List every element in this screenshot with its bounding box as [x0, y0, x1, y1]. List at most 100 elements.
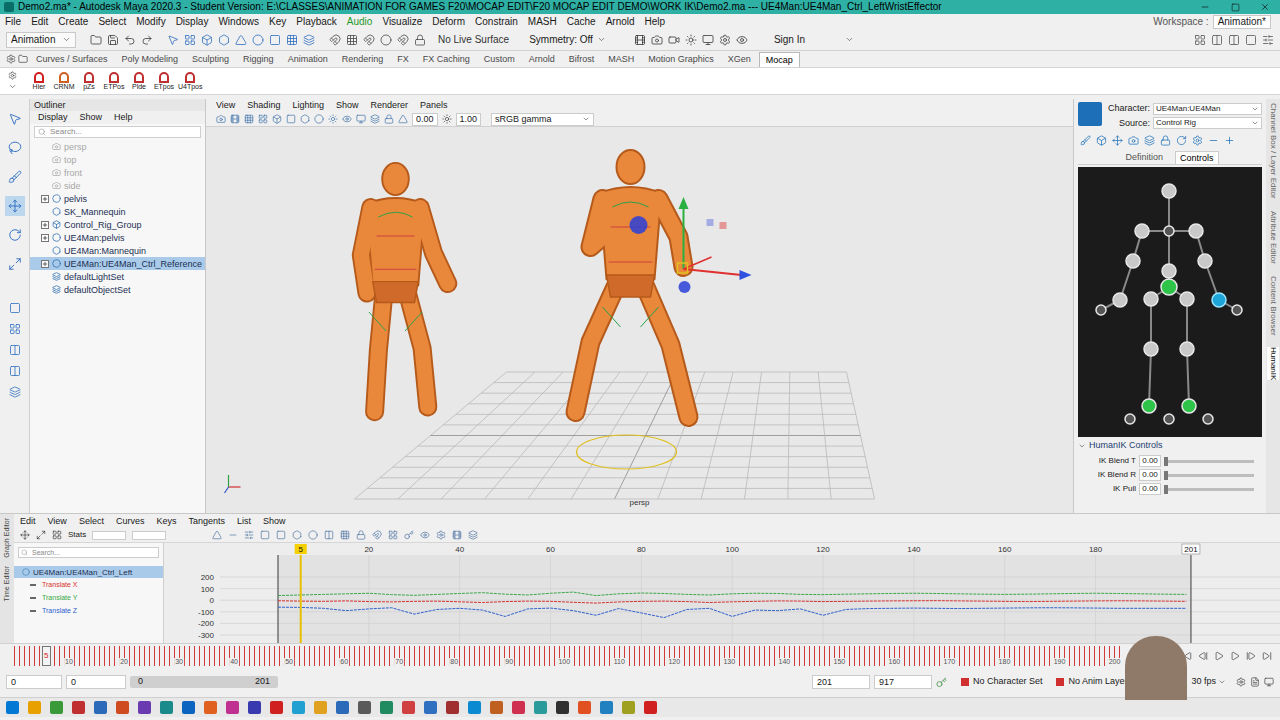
taskbar-app-icon[interactable]	[292, 701, 305, 714]
layout-icon[interactable]	[1262, 34, 1274, 46]
taskbar-app-icon[interactable]	[578, 701, 591, 714]
tool-icon[interactable]	[8, 141, 22, 155]
mode-dropdown[interactable]: Animation	[6, 32, 76, 48]
render-tool-icon[interactable]	[702, 34, 714, 46]
shelf-button[interactable]: ETpos	[153, 72, 175, 91]
outliner-item[interactable]: pelvis	[30, 192, 205, 205]
tool-button[interactable]	[5, 225, 25, 245]
end-field[interactable]: 917	[874, 675, 932, 689]
taskbar-app-icon[interactable]	[424, 701, 437, 714]
ik-slider[interactable]	[1164, 460, 1254, 463]
outliner-item[interactable]: SK_Mannequin	[30, 205, 205, 218]
graph-tool-icon[interactable]	[52, 530, 62, 540]
menu-item[interactable]: Curves	[116, 514, 145, 528]
humanik-tab[interactable]: Definition	[1121, 151, 1167, 164]
effector-icon[interactable]	[1164, 226, 1174, 236]
curve-tool-icon[interactable]	[340, 530, 350, 540]
range-tool-icon[interactable]	[1236, 677, 1246, 687]
menu-item[interactable]: Show	[263, 514, 286, 528]
effector-icon[interactable]	[1180, 292, 1194, 306]
snap-icon[interactable]	[397, 34, 409, 46]
viewport-tool-icon[interactable]	[216, 114, 226, 124]
fps-dropdown[interactable]: 30 fps	[1191, 675, 1226, 689]
menu-item[interactable]: View	[216, 99, 235, 112]
graph-tool-icon[interactable]	[20, 530, 30, 540]
sign-in-dropdown[interactable]: Sign In	[774, 32, 854, 47]
expand-icon[interactable]	[41, 260, 49, 268]
side-tab[interactable]: HumanIK	[1267, 347, 1279, 380]
taskbar-app-icon[interactable]	[160, 701, 173, 714]
file-tool-icon[interactable]	[90, 34, 102, 46]
humanik-tool-icon[interactable]	[1144, 135, 1155, 146]
humanik-tab[interactable]: Controls	[1175, 151, 1219, 164]
viewport-tool-icon[interactable]	[328, 114, 338, 124]
gamma-icon[interactable]	[442, 114, 452, 124]
menu-item[interactable]: Create	[58, 15, 88, 29]
outliner-item[interactable]: UE4Man:UE4Man_Ctrl_Reference	[30, 257, 205, 270]
viewport-tool-icon[interactable]	[342, 114, 352, 124]
stats-field[interactable]	[132, 531, 166, 540]
controls-header[interactable]: HumanIK Controls	[1078, 440, 1262, 451]
effector-icon[interactable]	[1232, 305, 1242, 315]
graph-channel[interactable]: Translate X	[14, 578, 163, 591]
viewport-tool-icon[interactable]	[244, 114, 254, 124]
taskbar-app-icon[interactable]	[248, 701, 261, 714]
slider-value-field[interactable]: 0.00	[1139, 455, 1161, 467]
curve-tool-icon[interactable]	[212, 530, 222, 540]
menu-item[interactable]: Visualize	[382, 15, 422, 29]
tool-icon[interactable]	[8, 170, 22, 184]
curve-tool-icon[interactable]	[276, 530, 286, 540]
taskbar-app-icon[interactable]	[512, 701, 525, 714]
timeline-track[interactable]: 1020304050607080901001101201301401501601…	[14, 646, 1120, 666]
effector-icon[interactable]	[1144, 342, 1158, 356]
shelf-expand-icon[interactable]	[8, 82, 17, 91]
curve-tool-icon[interactable]	[372, 530, 382, 540]
minimize-icon[interactable]	[1200, 2, 1210, 12]
side-tab[interactable]: Attribute Editor	[1267, 211, 1279, 264]
effector-icon[interactable]	[1198, 254, 1212, 268]
file-tool-icon[interactable]	[141, 34, 153, 46]
floor-control-circle[interactable]	[577, 435, 677, 469]
render-tool-icon[interactable]	[651, 34, 663, 46]
taskbar-app-icon[interactable]	[204, 701, 217, 714]
shelf-tab[interactable]: FX Caching	[417, 52, 476, 66]
move-gizmo-icon[interactable]	[678, 197, 752, 293]
viewport-tool-icon[interactable]	[370, 114, 380, 124]
menu-item[interactable]: Shading	[247, 99, 280, 112]
render-tool-icon[interactable]	[685, 34, 697, 46]
effector-icon[interactable]	[1180, 342, 1194, 356]
effector-icon[interactable]	[1164, 414, 1174, 424]
layout-icon[interactable]	[1228, 34, 1240, 46]
shelf-tab[interactable]: Curves / Surfaces	[30, 52, 114, 66]
outliner-item[interactable]: defaultLightSet	[30, 270, 205, 283]
graph-channel[interactable]: Translate Z	[14, 604, 163, 617]
slider-value-field[interactable]: 0.00	[1139, 483, 1161, 495]
taskbar-app-icon[interactable]	[468, 701, 481, 714]
taskbar-app-icon[interactable]	[226, 701, 239, 714]
effector-icon[interactable]	[1182, 399, 1196, 413]
close-button[interactable]	[1250, 0, 1280, 14]
selection-mask-icon[interactable]	[252, 34, 264, 46]
layout-preset-icon[interactable]	[9, 323, 21, 335]
taskbar-app-icon[interactable]	[50, 701, 63, 714]
viewport-tool-icon[interactable]	[300, 114, 310, 124]
menu-item[interactable]: Show	[336, 99, 359, 112]
menu-item[interactable]: Panels	[420, 99, 448, 112]
tool-icon[interactable]	[8, 199, 22, 213]
outliner-item[interactable]: top	[30, 153, 205, 166]
menu-item[interactable]: Audio	[347, 15, 373, 29]
effector-icon[interactable]	[1126, 254, 1140, 268]
menu-item[interactable]: File	[5, 15, 21, 29]
outliner-item[interactable]: persp	[30, 140, 205, 153]
effector-icon[interactable]	[1162, 184, 1176, 198]
range-tool-icon[interactable]	[1250, 677, 1260, 687]
snap-icon[interactable]	[363, 34, 375, 46]
taskbar-app-icon[interactable]	[556, 701, 569, 714]
outliner-item[interactable]: front	[30, 166, 205, 179]
taskbar-app-icon[interactable]	[28, 701, 41, 714]
tool-button[interactable]	[5, 167, 25, 187]
auto-key-icon[interactable]	[936, 677, 947, 688]
tool-icon[interactable]	[8, 112, 22, 126]
taskbar-app-icon[interactable]	[402, 701, 415, 714]
selection-mask-icon[interactable]	[184, 34, 196, 46]
